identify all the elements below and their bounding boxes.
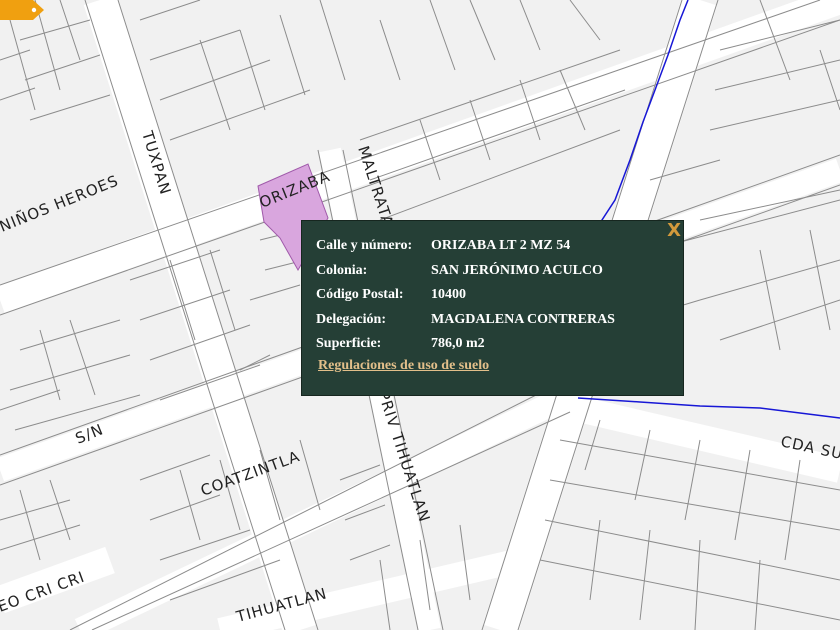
map-canvas[interactable]: ORIZABA MALTRATA TUXPAN NIÑOS HEROES S/N… xyxy=(0,0,840,630)
info-row-address: Calle y número: ORIZABA LT 2 MZ 54 xyxy=(316,234,615,259)
road-tuxpan xyxy=(83,0,317,630)
superficie-value: 786,0 m2 xyxy=(431,336,485,352)
parcel-info-table: Calle y número: ORIZABA LT 2 MZ 54 Colon… xyxy=(316,234,615,357)
info-row-postal-code: Código Postal: 10400 xyxy=(316,283,615,308)
info-row-superficie: Superficie: 786,0 m2 xyxy=(316,332,615,357)
street-label-ninos-heroes: NIÑOS HEROES xyxy=(0,171,121,236)
delegacion-label: Delegación: xyxy=(316,311,386,327)
land-use-regulations-link[interactable]: Regulaciones de uso de suelo xyxy=(318,358,489,374)
postal-code-label: Código Postal: xyxy=(316,287,404,303)
superficie-label: Superficie: xyxy=(316,336,382,352)
parcel-info-popup: X Calle y número: ORIZABA LT 2 MZ 54 Col… xyxy=(301,220,684,396)
info-row-colonia: Colonia: SAN JERÓNIMO ACULCO xyxy=(316,259,615,284)
colonia-value: SAN JERÓNIMO ACULCO xyxy=(431,262,603,278)
delegacion-value: MAGDALENA CONTRERAS xyxy=(431,311,615,327)
postal-code-value: 10400 xyxy=(431,287,466,303)
close-button[interactable]: X xyxy=(667,220,681,241)
address-value: ORIZABA LT 2 MZ 54 xyxy=(431,238,571,254)
info-row-delegacion: Delegación: MAGDALENA CONTRERAS xyxy=(316,308,615,333)
address-label: Calle y número: xyxy=(316,238,413,254)
location-marker-icon[interactable] xyxy=(0,0,44,20)
colonia-label: Colonia: xyxy=(316,262,368,278)
